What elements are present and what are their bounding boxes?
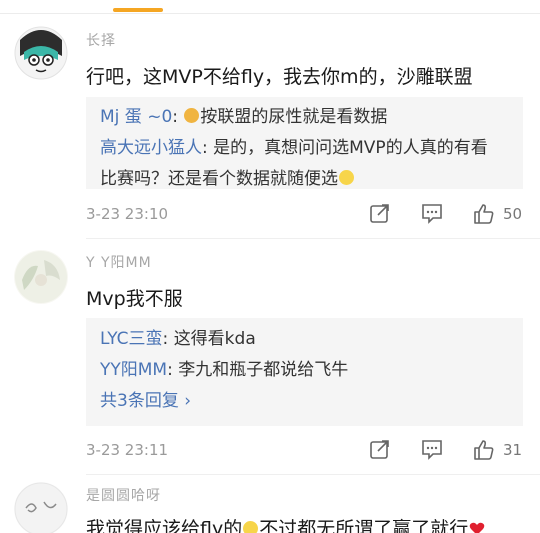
active-tab-indicator [113, 8, 163, 12]
reply-text: 比赛吗？还是看个数据就随便选 [100, 169, 338, 189]
reply-line: 高大远小猛人: 是的，真想问问选MVP的人真的有看 [100, 138, 488, 158]
username[interactable]: Y Y阳MM [86, 252, 152, 272]
like-count: 31 [503, 441, 523, 459]
reply-line: Mj 蛋 ~0: 按联盟的尿性就是看数据 [100, 107, 388, 127]
reply-box[interactable]: Mj 蛋 ~0: 按联盟的尿性就是看数据 高大远小猛人: 是的，真想问问选MVP… [86, 97, 523, 189]
reply-text: 这得看kda [173, 329, 256, 349]
reply-line: LYC三蛮: 这得看kda [100, 329, 256, 349]
avatar[interactable] [14, 26, 68, 80]
comment-time: 3-23 23:10 [86, 205, 169, 223]
avatar[interactable] [14, 482, 68, 533]
reply-username[interactable]: Mj 蛋 ~0 [100, 107, 172, 127]
chevron-right-icon: › [184, 391, 192, 411]
thinking-emoji-icon [339, 170, 354, 185]
reply-username[interactable]: 高大远小猛人 [100, 138, 202, 158]
comment-meta: 3-23 23:11 31 [86, 438, 526, 466]
comment-text: Mvp我不服 [86, 288, 183, 310]
avatar-icon [14, 26, 68, 80]
avatar-icon [14, 482, 68, 533]
reply-username[interactable]: LYC三蛮 [100, 329, 163, 349]
avatar-icon [14, 250, 68, 304]
comment-text: 行吧，这MVP不给fly，我去你m的，沙雕联盟 [86, 66, 473, 88]
username[interactable]: 是圆圆哈呀 [86, 485, 161, 505]
comment-text-part: 我觉得应该给fly的 [86, 518, 243, 533]
like-count: 50 [503, 205, 523, 223]
reply-text: 李九和瓶子都说给飞牛 [178, 360, 349, 380]
heart-icon [469, 519, 485, 533]
comment-icon[interactable] [420, 202, 444, 228]
reply-username[interactable]: YY阳MM [100, 360, 167, 380]
more-replies-link[interactable]: 共3条回复 › [100, 386, 509, 416]
reply-text: 是的，真想问问选MVP的人真的有看 [213, 138, 488, 158]
comment-meta: 3-23 23:10 50 [86, 202, 526, 230]
comment-text: 我觉得应该给fly的 不过都无所谓了赢了就行 [86, 514, 486, 533]
laugh-cry-emoji-icon [243, 521, 259, 533]
avatar[interactable] [14, 250, 68, 304]
comment-time: 3-23 23:11 [86, 441, 169, 459]
divider [86, 474, 540, 475]
more-replies-label: 共3条回复 [100, 391, 179, 411]
share-icon[interactable] [369, 438, 391, 464]
like-icon[interactable] [472, 202, 496, 230]
comment-icon[interactable] [420, 438, 444, 464]
like-icon[interactable] [472, 438, 496, 466]
reply-line: YY阳MM: 李九和瓶子都说给飞牛 [100, 360, 349, 380]
comment-text-part: 不过都无所谓了赢了就行 [259, 518, 469, 533]
username[interactable]: 长择 [86, 30, 116, 50]
reply-line: 比赛吗？还是看个数据就随便选 [100, 164, 509, 195]
top-bar [0, 0, 540, 14]
divider [86, 238, 540, 239]
share-icon[interactable] [369, 202, 391, 228]
reply-box[interactable]: LYC三蛮: 这得看kda YY阳MM: 李九和瓶子都说给飞牛 共3条回复 › [86, 318, 523, 426]
cat-emoji-icon [184, 108, 200, 123]
reply-text: 按联盟的尿性就是看数据 [200, 107, 388, 127]
